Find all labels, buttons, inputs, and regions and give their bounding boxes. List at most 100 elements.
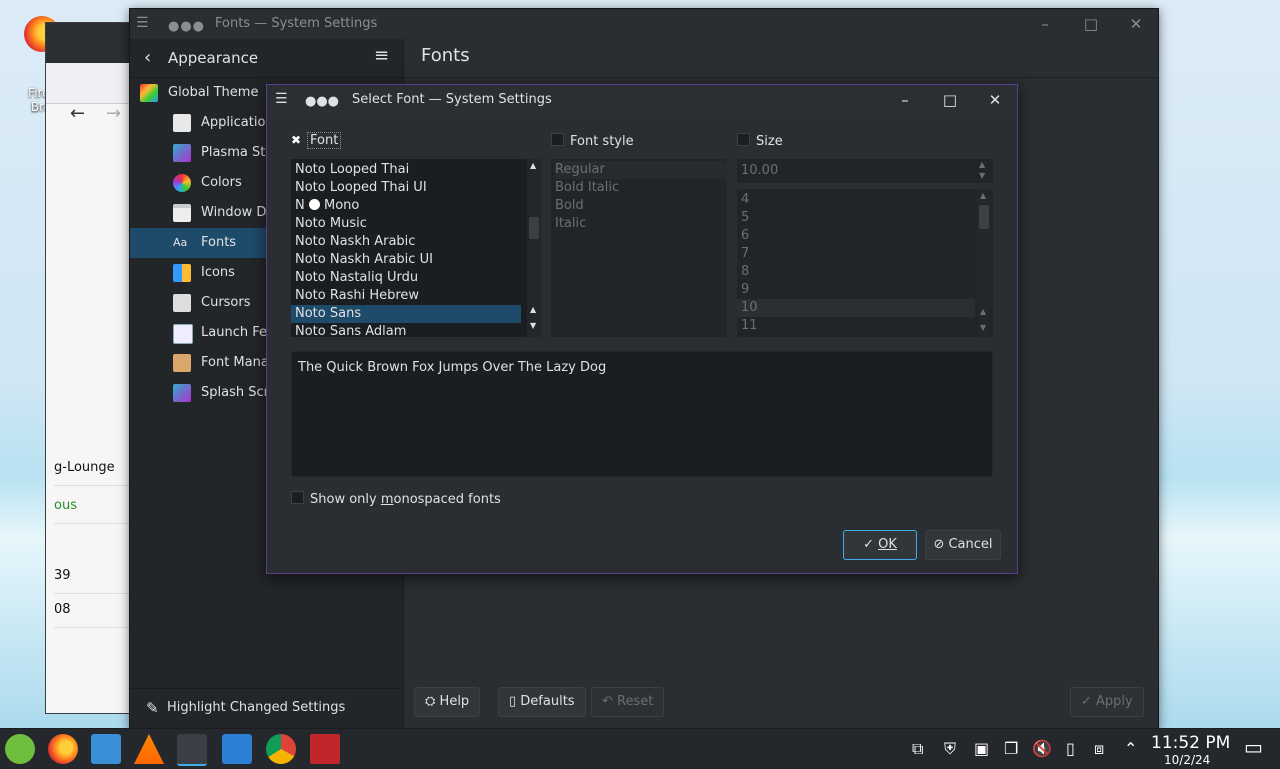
list-item[interactable]: N Mono	[295, 197, 359, 215]
back-chevron-icon[interactable]: ‹	[144, 47, 151, 68]
size-list[interactable]: 4 5 6 7 8 9 10 11 ▲ ▲ ▼	[737, 189, 993, 337]
font-family-list[interactable]: Noto Looped Thai Noto Looped Thai UI N M…	[291, 159, 541, 337]
back-arrow-icon[interactable]: ←	[70, 103, 85, 124]
checkbox-box[interactable]	[291, 491, 304, 504]
dialog-titlebar[interactable]: ☰ ●●● Select Font — System Settings – □ …	[267, 85, 1017, 115]
network-icon[interactable]: ⧈	[1094, 739, 1104, 759]
plasma-style-icon	[173, 144, 191, 162]
list-item-selected[interactable]: 10	[737, 299, 975, 317]
hamburger-menu-icon[interactable]: ≡	[374, 45, 389, 66]
scroll-down-icon[interactable]: ▼	[980, 323, 986, 332]
red-app-icon[interactable]	[310, 734, 340, 764]
font-style-list[interactable]: Regular Bold Italic Bold Italic	[551, 159, 727, 337]
list-item[interactable]: Noto Rashi Hebrew	[295, 287, 419, 305]
volume-muted-icon[interactable]: 🔇	[1032, 739, 1052, 758]
maximize-icon[interactable]: □	[1080, 13, 1102, 35]
sidebar-item-label: Cursors	[201, 295, 251, 310]
mint-menu-icon[interactable]	[5, 734, 35, 764]
font-style-column-header[interactable]: Font style	[551, 133, 634, 149]
window-menu-dots-icon[interactable]: ●●●	[305, 94, 339, 109]
sidebar-item-label: Colors	[201, 175, 242, 190]
list-item[interactable]: Bold Italic	[555, 179, 619, 197]
font-list-scrollbar[interactable]: ▲ ▲ ▼	[527, 159, 541, 337]
sidebar-header: ‹ Appearance ≡	[130, 39, 403, 78]
highlight-changed-settings-button[interactable]: ✎ Highlight Changed Settings	[130, 688, 403, 729]
close-icon[interactable]: ✕	[1125, 13, 1147, 35]
list-item[interactable]: Noto Looped Thai UI	[295, 179, 427, 197]
window-menu-dots-icon[interactable]: ●●●	[168, 19, 205, 34]
dialog-title: Select Font — System Settings	[352, 92, 552, 107]
list-item[interactable]: Noto Looped Thai	[295, 161, 409, 179]
minimize-icon[interactable]: –	[894, 89, 916, 111]
show-desktop-icon[interactable]: ▭	[1244, 735, 1263, 759]
display-tray-icon[interactable]: ⧉	[912, 739, 923, 759]
scroll-up-icon[interactable]: ▲	[980, 191, 986, 200]
scrollbar-thumb[interactable]	[979, 205, 989, 229]
sidebar-item-label: Window De	[201, 205, 275, 220]
minimize-icon[interactable]: –	[1034, 13, 1056, 35]
clipboard-icon[interactable]: ▣	[974, 739, 989, 758]
system-settings-taskbar-icon[interactable]	[177, 734, 207, 766]
list-item[interactable]: 7	[741, 245, 749, 263]
apply-button[interactable]: ✓ Apply	[1070, 687, 1144, 717]
size-column-header[interactable]: Size	[737, 133, 783, 149]
size-checkbox[interactable]	[737, 133, 750, 146]
font-style-checkbox[interactable]	[551, 133, 564, 146]
list-item[interactable]: Noto Sans Adlam	[295, 323, 406, 337]
scroll-down-icon[interactable]: ▼	[530, 321, 536, 330]
vlc-icon[interactable]	[134, 734, 164, 764]
scrollbar-thumb[interactable]	[529, 217, 539, 239]
maximize-icon[interactable]: □	[939, 89, 961, 111]
battery-icon[interactable]: ▯	[1066, 739, 1075, 758]
chevron-up-icon[interactable]: ⌃	[1124, 739, 1137, 758]
scroll-up-icon[interactable]: ▲	[530, 161, 536, 170]
cancel-icon: ⊘	[933, 537, 949, 552]
spin-down-icon[interactable]: ▼	[979, 171, 985, 180]
help-icon: ⛭	[425, 694, 440, 709]
splash-screen-icon	[173, 384, 191, 402]
monospaced-only-checkbox[interactable]: Show only monospaced fonts	[291, 491, 501, 507]
list-item[interactable]: Noto Naskh Arabic	[295, 233, 415, 251]
spin-up-icon[interactable]: ▲	[979, 160, 985, 169]
list-item[interactable]: 6	[741, 227, 749, 245]
defaults-button[interactable]: ▯ Defaults	[498, 687, 586, 717]
font-preview-box[interactable]: The Quick Brown Fox Jumps Over The Lazy …	[291, 351, 993, 477]
forward-arrow-icon[interactable]: →	[106, 103, 121, 124]
shield-icon[interactable]: ⛨	[944, 739, 956, 759]
list-item[interactable]: Regular	[555, 161, 727, 179]
list-item[interactable]: Noto Nastaliq Urdu	[295, 269, 418, 287]
select-font-dialog[interactable]: ☰ ●●● Select Font — System Settings – □ …	[266, 84, 1018, 574]
list-item[interactable]: Noto Music	[295, 215, 367, 233]
list-item[interactable]: Italic	[555, 215, 586, 233]
scroll-up-icon[interactable]: ▲	[980, 307, 986, 316]
list-item[interactable]: 5	[741, 209, 749, 227]
scroll-up-icon[interactable]: ▲	[530, 305, 536, 314]
clock-date[interactable]: 10/2/24	[1164, 753, 1210, 767]
chrome-icon[interactable]	[266, 734, 296, 764]
copy-icon[interactable]: ❐	[1004, 739, 1018, 758]
close-icon[interactable]: ✕	[984, 89, 1006, 111]
list-item[interactable]: 9	[741, 281, 749, 299]
window-titlebar[interactable]: ☰ ●●● Fonts — System Settings – □ ✕	[130, 9, 1158, 40]
font-checkbox-checked[interactable]: ✖	[291, 133, 303, 147]
checkmark-icon: ✓	[863, 537, 879, 552]
software-store-icon[interactable]	[222, 734, 252, 764]
file-manager-icon[interactable]	[91, 734, 121, 764]
size-spinbox[interactable]: 10.00 ▲ ▼	[737, 159, 993, 183]
reset-button[interactable]: ↶ Reset	[591, 687, 665, 717]
list-item-selected[interactable]: Noto Sans	[291, 305, 521, 323]
list-item[interactable]: 11	[741, 317, 758, 335]
help-button[interactable]: ⛭ Help	[414, 687, 481, 717]
icons-icon	[173, 264, 191, 282]
sidebar-item-label: Fonts	[201, 235, 237, 250]
size-list-scrollbar[interactable]: ▲ ▲ ▼	[977, 189, 991, 337]
firefox-icon[interactable]	[48, 734, 78, 764]
list-item[interactable]: Bold	[555, 197, 584, 215]
cancel-button[interactable]: ⊘ Cancel	[925, 530, 1001, 560]
clock-time[interactable]: 11:52 PM	[1151, 733, 1230, 753]
list-item[interactable]: Noto Naskh Arabic UI	[295, 251, 433, 269]
list-item[interactable]: 8	[741, 263, 749, 281]
font-column-header[interactable]: ✖ Font	[291, 132, 342, 149]
ok-button[interactable]: ✓ OK	[843, 530, 917, 560]
list-item[interactable]: 4	[741, 191, 749, 209]
